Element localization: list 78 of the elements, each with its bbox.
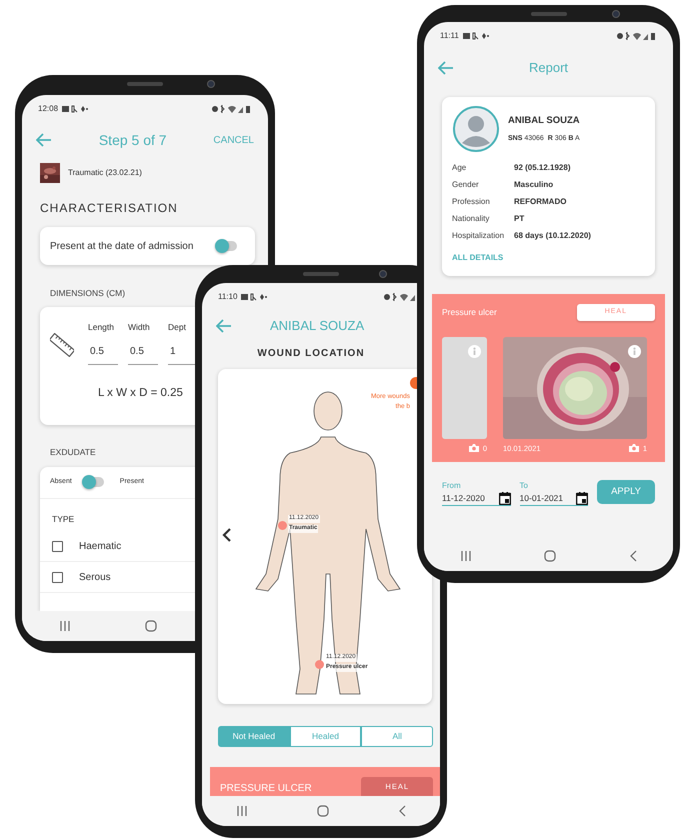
filter-tab[interactable]: Healed: [290, 726, 362, 747]
screen-title: Report: [528, 59, 570, 78]
info-icon[interactable]: [628, 344, 641, 358]
cancel-link[interactable]: CANCEL: [213, 132, 254, 148]
section-title: DIMENSIONS (CM): [50, 287, 126, 300]
status-time: 12:08: [38, 103, 58, 115]
checkbox[interactable]: [52, 540, 63, 552]
back-icon[interactable]: [628, 550, 637, 562]
filter-tab[interactable]: Not Healed: [218, 726, 290, 747]
apply-button[interactable]: APPLY: [597, 480, 655, 504]
detail-label: Gender: [452, 179, 480, 191]
field-label: Length: [88, 320, 115, 334]
input-field[interactable]: 0.5: [128, 336, 158, 364]
checkbox-label: Haematic: [79, 540, 122, 554]
dimension-formula: L x W x D = 0.25: [98, 386, 184, 400]
wound-marker[interactable]: [315, 660, 324, 670]
home-icon[interactable]: [316, 805, 329, 817]
all-details-link[interactable]: ALL DETAILS: [452, 252, 504, 264]
date-field[interactable]: From 11-12-2020: [442, 480, 511, 506]
speaker-grille: [530, 12, 566, 16]
camera-icon: [468, 444, 479, 452]
detail-value: REFORMADO: [514, 196, 566, 208]
calendar-icon[interactable]: [576, 492, 588, 505]
speaker-grille: [127, 82, 163, 86]
home-icon[interactable]: [544, 550, 556, 562]
section-title: TYPE: [52, 512, 74, 526]
checkbox[interactable]: [52, 572, 63, 583]
status-time: 11:10: [218, 290, 238, 303]
home-icon[interactable]: [145, 620, 157, 632]
back-icon[interactable]: [398, 805, 406, 817]
patient-name: ANIBAL SOUZA: [508, 114, 580, 128]
status-icons-drawing: [462, 32, 489, 40]
date-field[interactable]: To 10-01-2021: [520, 480, 588, 506]
camera-lens: [612, 10, 620, 18]
wound-label: Traumatic (23.02.21): [68, 167, 142, 179]
field-label: To: [520, 480, 529, 492]
wound-title: Pressure ulcer: [442, 306, 497, 319]
wound-title: PRESSURE ULCER: [220, 782, 312, 796]
field-value: 10-01-2021: [520, 492, 564, 505]
field-label: Dept: [168, 320, 187, 334]
avatar: [452, 105, 500, 153]
detail-label: Hospitalization: [452, 230, 506, 242]
camera-lens: [379, 270, 387, 278]
recent-apps-icon[interactable]: [59, 621, 71, 631]
filter-tab[interactable]: All: [361, 726, 434, 747]
detail-label: Age: [452, 162, 468, 174]
detail-label: Profession: [452, 196, 491, 208]
status-icons-drawing: [212, 105, 252, 113]
speaker-grille: [303, 272, 339, 276]
section-title: EXDUDATE: [50, 446, 96, 458]
checkbox-label: Serous: [79, 570, 111, 585]
field-label: Width: [128, 320, 151, 334]
admission-label: Present at the date of admission: [50, 240, 194, 254]
screen-title: Step 5 of 7: [98, 130, 168, 150]
status-time: 11:11: [440, 30, 459, 42]
field-label: From: [442, 480, 462, 492]
ruler-icon: [50, 332, 74, 357]
detail-value: Masculino: [514, 179, 554, 191]
recent-apps-icon[interactable]: [236, 806, 248, 816]
previous-button[interactable]: [222, 527, 232, 544]
section-title: WOUND LOCATION: [257, 347, 365, 362]
detail-label: Nationality: [452, 213, 490, 225]
toggle-switch[interactable]: [84, 477, 104, 487]
status-icons-drawing: [617, 32, 657, 40]
field-value: 11-12-2020: [442, 492, 485, 505]
camera-icon: [628, 444, 639, 452]
status-icons-drawing: [241, 292, 268, 301]
screen-title: ANIBAL SOUZA: [270, 316, 364, 335]
detail-value: 68 days (10.12.2020): [514, 230, 591, 242]
toggle-switch[interactable]: [217, 241, 237, 251]
input-field[interactable]: 0.5: [88, 336, 118, 364]
calendar-icon[interactable]: [498, 492, 511, 505]
camera-lens: [207, 80, 215, 88]
detail-value: 92 (05.12.1928): [514, 162, 570, 174]
status-icons-drawing: [62, 105, 88, 113]
detail-value: PT: [514, 213, 524, 225]
section-title: CHARACTERISATION: [40, 200, 178, 217]
recent-apps-icon[interactable]: [460, 551, 472, 561]
